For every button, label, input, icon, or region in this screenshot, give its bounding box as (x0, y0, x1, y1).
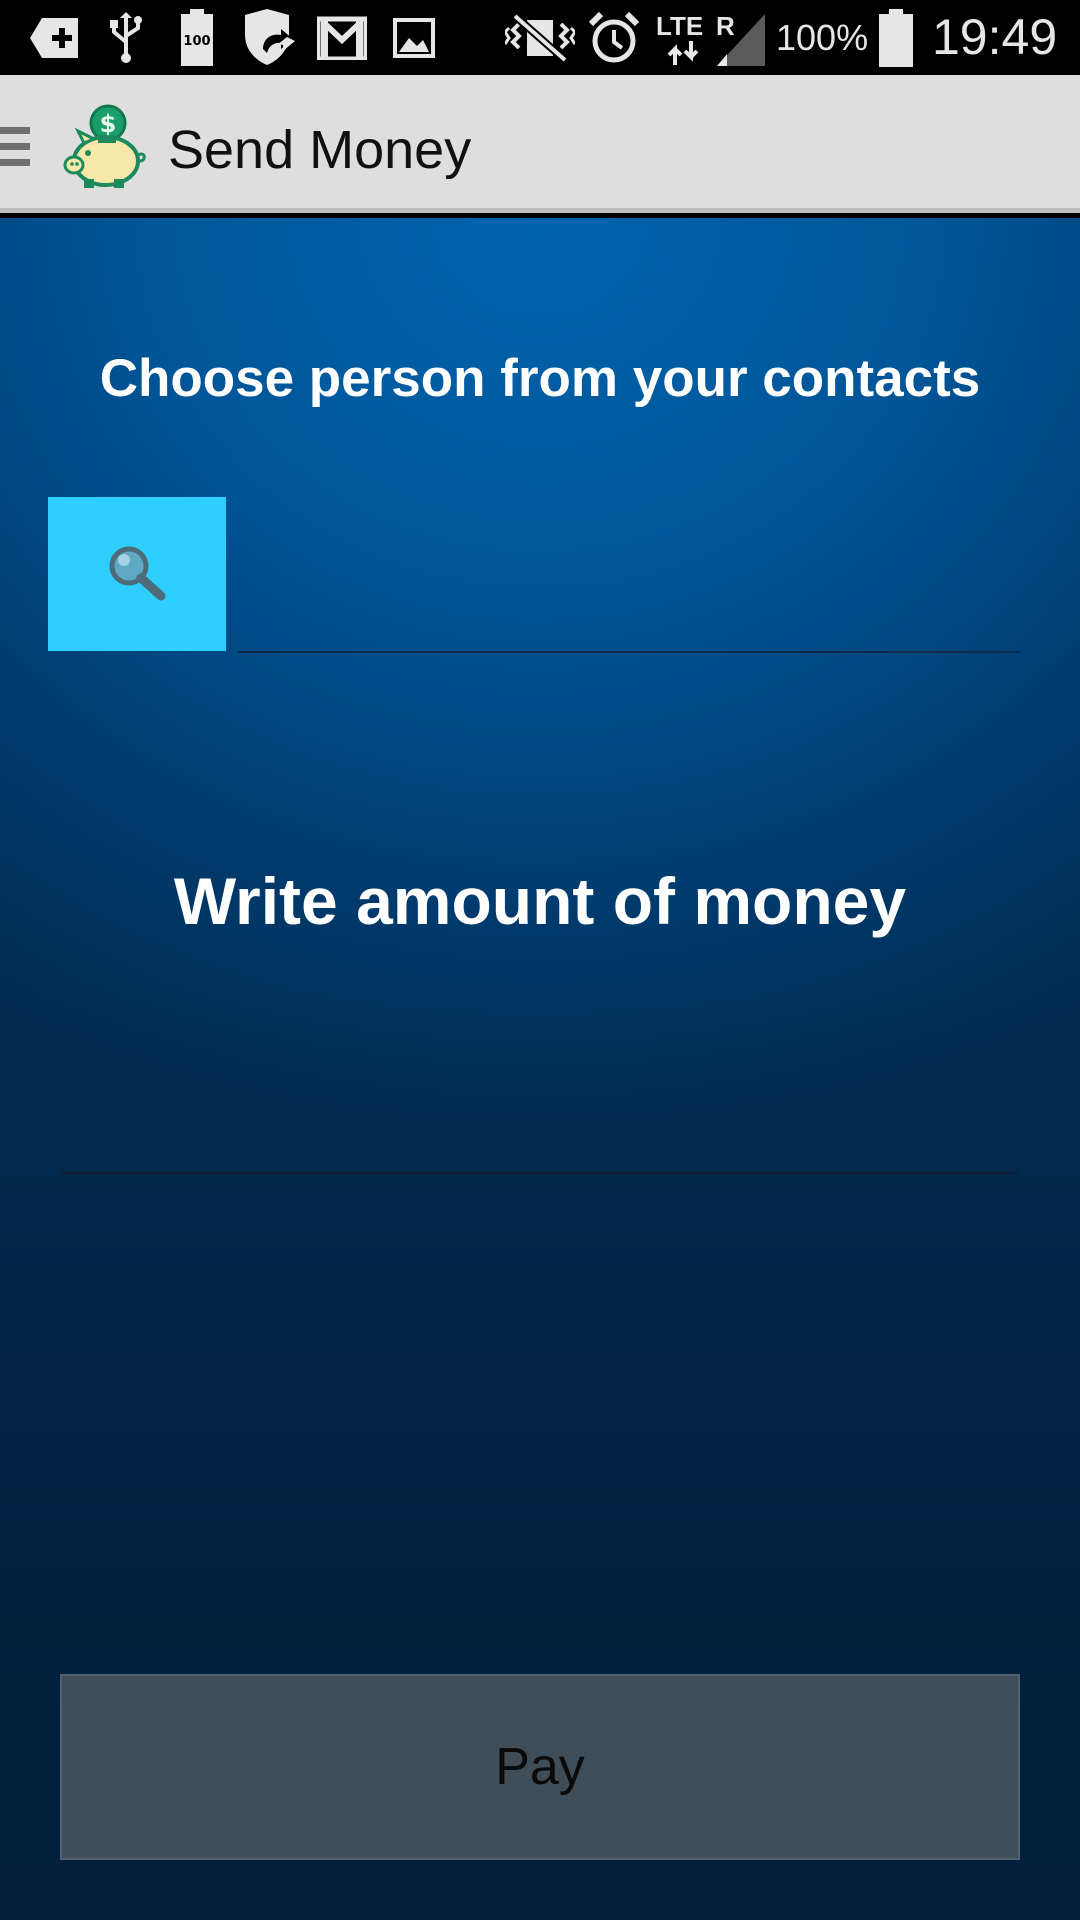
battery-icon (876, 8, 916, 68)
clock: 19:49 (932, 9, 1058, 65)
send-money-form: Choose person from your contacts Write a… (0, 218, 1080, 1920)
battery-saver-label: 100 (183, 34, 210, 49)
screen: 100 LTE R 100% 19:49 $ Send Money Choose… (0, 0, 1080, 1920)
amount-input[interactable] (60, 1028, 1020, 1174)
alarm-icon (588, 8, 640, 68)
amount-heading: Write amount of money (173, 864, 907, 938)
piggy-bank-dollar-icon[interactable]: $ (62, 103, 150, 191)
lte-signal-icon (666, 40, 702, 66)
add-icon (26, 8, 82, 68)
svg-text:$: $ (100, 110, 117, 138)
shield-sync-icon (240, 8, 298, 68)
battery-percent: 100% (776, 17, 869, 58)
search-icon (109, 546, 166, 601)
contacts-heading: Choose person from your contacts (99, 349, 981, 408)
status-bar: 100 LTE R 100% 19:49 (0, 0, 1080, 75)
battery-saver-icon: 100 (176, 8, 218, 68)
usb-icon (106, 8, 146, 68)
search-contacts-button[interactable] (48, 497, 226, 651)
image-icon (392, 8, 436, 68)
menu-icon[interactable] (0, 127, 30, 167)
action-bar: $ Send Money (0, 75, 1080, 213)
contact-input[interactable] (238, 497, 1020, 653)
vibrate-mute-icon (504, 8, 576, 68)
signal-icon (716, 10, 766, 70)
pay-button[interactable]: Pay (60, 1674, 1020, 1860)
gmail-icon (316, 8, 368, 68)
page-title: Send Money (168, 120, 472, 180)
